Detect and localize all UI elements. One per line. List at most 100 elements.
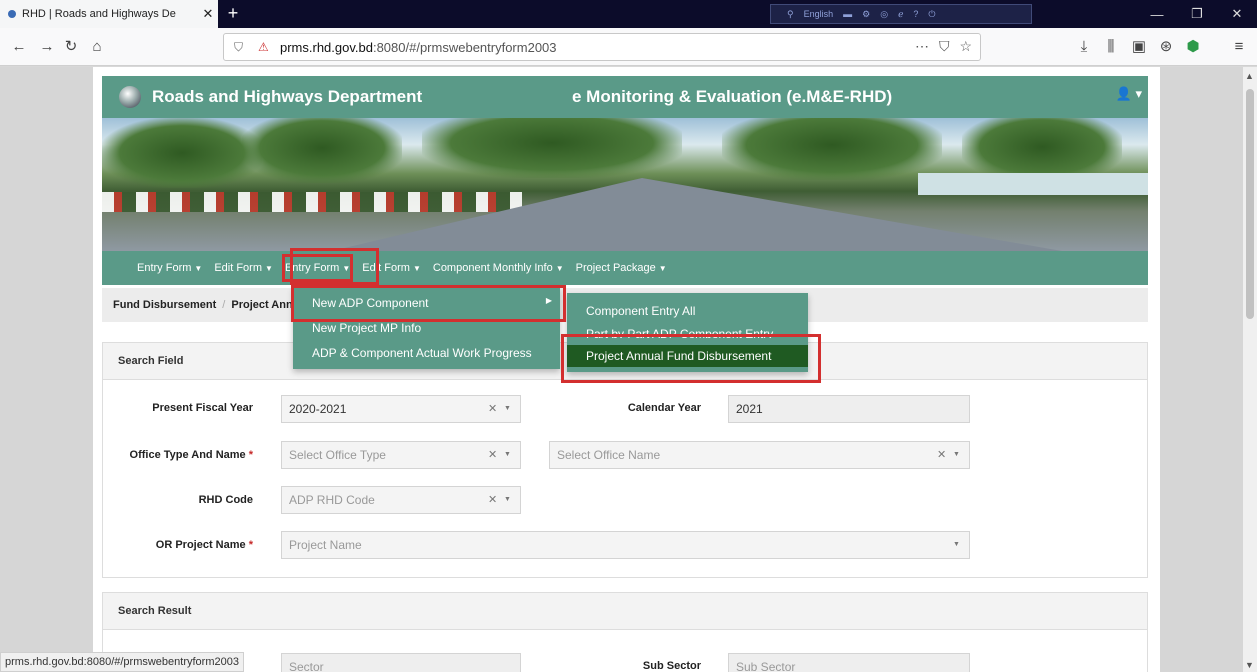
minimize-button[interactable]: — <box>1137 0 1177 28</box>
clear-icon[interactable]: ✕ <box>488 396 497 422</box>
insecure-lock-icon[interactable]: ⚠ <box>258 40 274 54</box>
tray-app-icon[interactable]: ? <box>913 9 918 19</box>
entry-form-dropdown: New ADP Component ▶ New Project MP Info … <box>293 287 560 369</box>
tray-app-icon[interactable]: ⚙ <box>862 9 870 20</box>
sub-sector-label: Sub Sector <box>642 660 701 672</box>
caret-down-icon: ▼ <box>412 264 421 273</box>
chevron-down-icon: ▼ <box>953 451 960 458</box>
sub-sector-field[interactable]: Sub Sector <box>728 653 970 672</box>
chevron-down-icon: ▼ <box>504 496 511 503</box>
menu-project-package[interactable]: Project Package ▼ <box>570 251 673 285</box>
page-scrollbar[interactable]: ▲ ▼ <box>1243 67 1257 672</box>
user-menu-icon[interactable]: 👤 ▾ <box>1116 86 1142 102</box>
tracking-shield-icon[interactable]: ⛉ <box>234 40 250 55</box>
restore-button[interactable]: ❐ <box>1177 0 1217 28</box>
tray-app-icon[interactable]: ◎ <box>880 9 888 20</box>
caret-down-icon: ▼ <box>342 264 351 273</box>
extension-icon[interactable]: ⊛ <box>1155 37 1177 57</box>
url-actions: ⋯ ⛉ ☆ <box>915 38 972 55</box>
chevron-down-icon: ▼ <box>953 541 960 548</box>
clear-icon[interactable]: ✕ <box>937 442 946 468</box>
search-field-panel: Search Field Present Fiscal Year 2020-20… <box>102 342 1148 578</box>
project-name-label: OR Project Name * <box>155 539 253 551</box>
fiscal-year-label: Present Fiscal Year <box>152 402 253 414</box>
close-window-button[interactable]: ✕ <box>1217 0 1257 28</box>
forward-icon[interactable]: → <box>36 37 58 57</box>
office-type-select[interactable]: Select Office Type ✕ ▼ <box>281 441 521 469</box>
chevron-down-icon: ▼ <box>504 451 511 458</box>
project-name-select[interactable]: Project Name ▼ <box>281 531 970 559</box>
reload-icon[interactable]: ↻ <box>60 37 82 57</box>
rhd-code-select[interactable]: ADP RHD Code ✕ ▼ <box>281 486 521 514</box>
sidebar-icon[interactable]: ▣ <box>1128 37 1150 57</box>
library-icon[interactable]: ⫼ <box>1100 37 1122 57</box>
downloads-icon[interactable]: ⤓ <box>1073 37 1095 57</box>
window-controls: — ❐ ✕ <box>1137 0 1257 28</box>
tray-app-icon[interactable]: ▬ <box>843 9 852 19</box>
calendar-year-label: Calendar Year <box>627 402 701 414</box>
browser-tab[interactable]: RHD | Roads and Highways De ✕ <box>0 0 218 28</box>
menu-item-component-entry-all[interactable]: Component Entry All <box>567 301 808 321</box>
caret-down-icon: ▼ <box>555 264 564 273</box>
menu-item-project-annual-fund-disbursement[interactable]: Project Annual Fund Disbursement <box>567 345 808 367</box>
scroll-down-icon[interactable]: ▼ <box>1245 660 1254 670</box>
caret-down-icon: ▼ <box>194 264 203 273</box>
site-header: Roads and Highways Department e Monitori… <box>102 76 1148 118</box>
main-menu-bar: Entry Form ▼ Edit Form ▼ Entry Form ▼ Edit … <box>102 251 1148 285</box>
header-banner-image <box>102 118 1148 251</box>
caret-down-icon: ▼ <box>265 264 273 273</box>
status-bar-url: prms.rhd.gov.bd:8080/#/prmswebentryform2… <box>0 652 244 672</box>
menu-item-adp-actual-work-progress[interactable]: ADP & Component Actual Work Progress <box>293 346 560 360</box>
menu-edit-form[interactable]: Edit Form ▼ <box>208 251 279 285</box>
menu-entry-form[interactable]: Entry Form ▼ <box>131 251 208 285</box>
home-icon[interactable]: ⌂ <box>86 37 108 57</box>
rhd-logo-icon <box>119 86 141 108</box>
menu-entry-form-active[interactable]: Entry Form ▼ <box>279 251 356 285</box>
breadcrumb-item: Project Ann <box>231 299 293 311</box>
new-adp-component-submenu: Component Entry All Part by Part ADP Com… <box>567 293 808 372</box>
calendar-year-field[interactable]: 2021 <box>728 395 970 423</box>
office-name-select[interactable]: Select Office Name ✕ ▼ <box>549 441 970 469</box>
browser-toolbar: ← → ↻ ⌂ ⛉ ⚠ prms.rhd.gov.bd :8080/#/prms… <box>0 28 1257 66</box>
site-subtitle: e Monitoring & Evaluation (e.M&E-RHD) <box>572 87 893 106</box>
clear-icon[interactable]: ✕ <box>488 442 497 468</box>
menu-item-new-project-mp-info[interactable]: New Project MP Info <box>293 321 560 335</box>
scrollbar-thumb[interactable] <box>1246 89 1254 319</box>
site-name: Roads and Highways Department <box>152 87 423 106</box>
panel-heading: Search Result <box>103 593 1147 630</box>
chevron-down-icon: ▼ <box>504 405 511 412</box>
submenu-caret-icon: ▶ <box>545 296 552 305</box>
browser-tab-bar: RHD | Roads and Highways De ✕ + ⚲ Englis… <box>0 0 1257 28</box>
rhd-code-label: RHD Code <box>198 494 253 506</box>
page-actions-icon[interactable]: ⋯ <box>915 38 929 55</box>
menu-edit-form-2[interactable]: Edit Form ▼ <box>356 251 427 285</box>
tray-app-icon[interactable]: ⏻ <box>928 9 935 20</box>
back-icon[interactable]: ← <box>8 37 30 57</box>
office-label: Office Type And Name * <box>129 449 253 461</box>
tab-title: RHD | Roads and Highways De <box>22 8 176 20</box>
menu-hamburger-icon[interactable]: ≡ <box>1228 37 1250 57</box>
menu-component-monthly-info[interactable]: Component Monthly Info ▼ <box>427 251 570 285</box>
favicon-icon <box>8 10 16 18</box>
sector-field[interactable]: Sector <box>281 653 521 672</box>
system-tray: ⚲ English ▬ ⚙ ◎ ℯ ? ⏻ <box>770 4 1032 24</box>
menu-item-new-adp-component[interactable]: New ADP Component ▶ <box>293 296 560 310</box>
fiscal-year-select[interactable]: 2020-2021 ✕ ▼ <box>281 395 521 423</box>
tray-search-icon[interactable]: ⚲ <box>787 9 794 20</box>
url-path: :8080/#/prmswebentryform2003 <box>372 39 557 55</box>
breadcrumb-item[interactable]: Fund Disbursement <box>113 299 216 311</box>
shield-extension-icon[interactable]: ⬢ <box>1182 37 1204 57</box>
scroll-up-icon[interactable]: ▲ <box>1245 71 1254 81</box>
search-result-panel: Search Result Sector Sub Sector Sub Sect… <box>102 592 1148 672</box>
address-bar[interactable]: ⛉ ⚠ prms.rhd.gov.bd :8080/#/prmswebentry… <box>223 33 981 61</box>
tray-language[interactable]: English <box>804 9 834 19</box>
tray-app-icon[interactable]: ℯ <box>898 9 903 20</box>
caret-down-icon: ▼ <box>658 264 667 273</box>
url-host: prms.rhd.gov.bd <box>280 39 373 55</box>
pocket-icon[interactable]: ⛉ <box>939 38 950 55</box>
menu-item-part-by-part-entry[interactable]: Part by Part ADP Component Entry <box>567 324 808 338</box>
bookmark-star-icon[interactable]: ☆ <box>959 38 972 55</box>
close-tab-icon[interactable]: ✕ <box>198 6 218 22</box>
new-tab-button[interactable]: + <box>223 3 243 24</box>
clear-icon[interactable]: ✕ <box>488 487 497 513</box>
